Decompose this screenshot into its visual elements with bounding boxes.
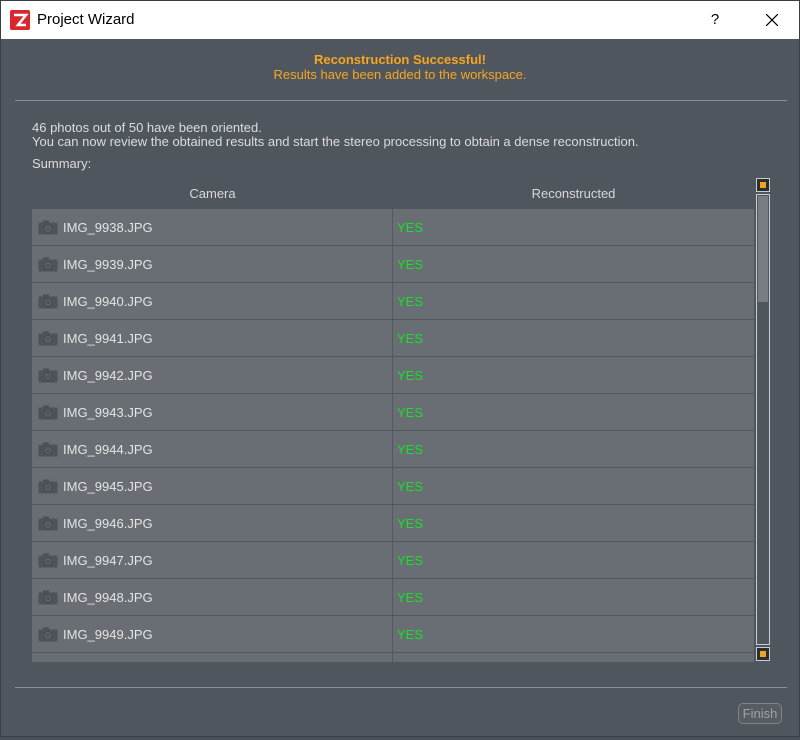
divider-bottom (15, 687, 787, 688)
window-title: Project Wizard (37, 11, 135, 28)
table-row[interactable]: IMG_9944.JPG YES (32, 431, 754, 468)
camera-icon (38, 442, 58, 457)
title-bar: Project Wizard ? (1, 1, 799, 39)
column-header-reconstructed[interactable]: Reconstructed (393, 186, 754, 201)
camera-icon (38, 405, 58, 420)
camera-icon (38, 553, 58, 568)
table-row[interactable]: IMG_9946.JPG YES (32, 505, 754, 542)
table-row[interactable]: IMG_9949.JPG YES (32, 616, 754, 653)
camera-icon (38, 479, 58, 494)
banner-subtitle: Results have been added to the workspace… (273, 67, 527, 82)
camera-cell[interactable]: IMG_9947.JPG (32, 542, 393, 578)
camera-icon (38, 627, 58, 642)
camera-cell[interactable]: IMG_9940.JPG (32, 283, 393, 319)
camera-filename: IMG_9939.JPG (63, 257, 153, 272)
divider-top (15, 100, 787, 101)
camera-filename: IMG_9945.JPG (63, 479, 153, 494)
camera-filename: IMG_9943.JPG (63, 405, 153, 420)
camera-filename: IMG_9944.JPG (63, 442, 153, 457)
camera-filename: IMG_9940.JPG (63, 294, 153, 309)
scroll-up-button[interactable] (756, 178, 770, 192)
column-header-camera[interactable]: Camera (32, 186, 393, 201)
camera-icon (38, 331, 58, 346)
camera-icon (38, 368, 58, 383)
finish-button[interactable]: Finish (738, 703, 782, 724)
reconstructed-status: YES (397, 331, 424, 346)
zephyr-logo-icon (10, 10, 30, 30)
reconstructed-status: YES (397, 405, 424, 420)
camera-filename: IMG_9947.JPG (63, 553, 153, 568)
camera-cell[interactable]: IMG_9938.JPG (32, 209, 393, 245)
table-row[interactable]: IMG_9941.JPG YES (32, 320, 754, 357)
camera-cell[interactable]: IMG_9948.JPG (32, 579, 393, 615)
table-row[interactable] (32, 653, 754, 662)
instructions-text: You can now review the obtained results … (32, 134, 639, 149)
camera-filename: IMG_9946.JPG (63, 516, 153, 531)
camera-icon (38, 257, 58, 272)
scrollbar-thumb[interactable] (758, 196, 768, 302)
oriented-count-text: 46 photos out of 50 have been oriented. (32, 120, 262, 135)
table-row[interactable]: IMG_9938.JPG YES (32, 209, 754, 246)
camera-filename: IMG_9948.JPG (63, 590, 153, 605)
reconstructed-status: YES (397, 479, 424, 494)
camera-icon (38, 220, 58, 235)
camera-cell[interactable]: IMG_9946.JPG (32, 505, 393, 541)
close-icon (766, 14, 778, 26)
summary-table: IMG_9938.JPG YES IMG_9939.JPG YES IMG_9940.J… (32, 209, 754, 662)
camera-icon (38, 590, 58, 605)
project-wizard-window: Project Wizard ? Reconstruction Successf… (0, 0, 800, 737)
camera-cell[interactable]: IMG_9944.JPG (32, 431, 393, 467)
reconstructed-status: YES (397, 368, 424, 383)
camera-cell[interactable]: IMG_9943.JPG (32, 394, 393, 430)
table-header: Camera Reconstructed (32, 181, 754, 208)
table-row[interactable]: IMG_9948.JPG YES (32, 579, 754, 616)
camera-cell[interactable]: IMG_9942.JPG (32, 357, 393, 393)
help-button[interactable]: ? (697, 1, 733, 39)
reconstructed-status: YES (397, 553, 424, 568)
camera-cell[interactable]: IMG_9941.JPG (32, 320, 393, 356)
table-row[interactable]: IMG_9947.JPG YES (32, 542, 754, 579)
summary-label: Summary: (32, 156, 92, 171)
camera-filename: IMG_9941.JPG (63, 331, 153, 346)
camera-filename: IMG_9942.JPG (63, 368, 153, 383)
banner-title: Reconstruction Successful! (314, 52, 486, 67)
camera-cell[interactable]: IMG_9939.JPG (32, 246, 393, 282)
close-button[interactable] (753, 1, 791, 39)
reconstructed-status: YES (397, 516, 424, 531)
camera-cell[interactable]: IMG_9949.JPG (32, 616, 393, 652)
table-row[interactable]: IMG_9939.JPG YES (32, 246, 754, 283)
camera-cell[interactable]: IMG_9945.JPG (32, 468, 393, 504)
reconstructed-status: YES (397, 442, 424, 457)
scroll-down-button[interactable] (756, 647, 770, 661)
table-row[interactable]: IMG_9940.JPG YES (32, 283, 754, 320)
table-row[interactable]: IMG_9943.JPG YES (32, 394, 754, 431)
reconstructed-status: YES (397, 627, 424, 642)
camera-filename: IMG_9949.JPG (63, 627, 153, 642)
camera-filename: IMG_9938.JPG (63, 220, 153, 235)
scrollbar-track[interactable] (756, 194, 770, 645)
reconstructed-status: YES (397, 257, 424, 272)
camera-icon (38, 294, 58, 309)
reconstructed-status: YES (397, 220, 424, 235)
camera-icon (38, 516, 58, 531)
table-row[interactable]: IMG_9945.JPG YES (32, 468, 754, 505)
table-row[interactable]: IMG_9942.JPG YES (32, 357, 754, 394)
camera-cell[interactable] (32, 653, 393, 662)
reconstructed-status: YES (397, 294, 424, 309)
reconstructed-status: YES (397, 590, 424, 605)
